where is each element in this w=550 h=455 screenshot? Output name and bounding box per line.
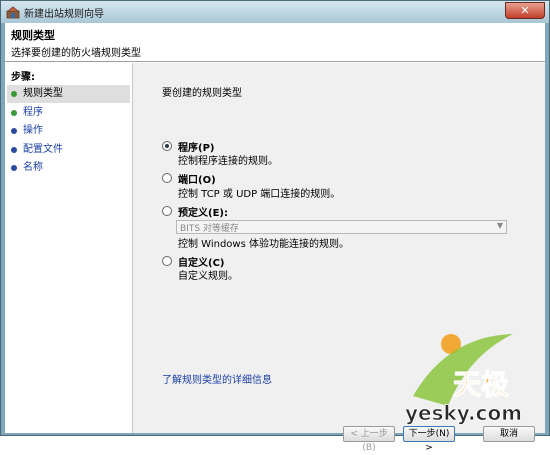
radio-program[interactable] xyxy=(162,141,172,151)
step-label: 程序 xyxy=(23,107,43,118)
back-button[interactable]: < 上一步(B) xyxy=(343,426,395,453)
step-pending-dot-icon xyxy=(11,165,17,171)
yesky-watermark-logo: 天极 yesky.com xyxy=(405,334,522,425)
option-predefined-desc: 控制 Windows 体验功能连接的规则。 xyxy=(178,239,349,250)
radio-custom[interactable] xyxy=(162,256,172,266)
step-label: 规则类型 xyxy=(23,88,63,99)
title-bar[interactable]: 新建出站规则向导 ✕ xyxy=(1,1,549,23)
option-port-title[interactable]: 端口(O) xyxy=(178,171,216,186)
watermark-brand-text: 天极 xyxy=(453,368,509,401)
option-program-desc: 控制程序连接的规则。 xyxy=(178,156,278,167)
rule-types-info-link[interactable]: 了解规则类型的详细信息 xyxy=(162,371,272,386)
predefined-select[interactable]: BITS 对等缓存 ▼ xyxy=(176,220,507,234)
step-label: 配置文件 xyxy=(23,144,63,155)
step-pending-dot-icon xyxy=(11,147,17,153)
wizard-window: 新建出站规则向导 ✕ 规则类型 选择要创建的防火墙规则类型 步骤: 规则类型 程… xyxy=(0,0,550,453)
step-name[interactable]: 名称 xyxy=(7,159,130,177)
wizard-header: 规则类型 选择要创建的防火墙规则类型 xyxy=(5,23,545,62)
firewall-app-icon xyxy=(6,6,20,19)
rule-type-prompt: 要创建的规则类型 xyxy=(162,88,242,99)
close-button[interactable]: ✕ xyxy=(505,2,545,19)
steps-heading: 步骤: xyxy=(11,72,35,83)
option-port-desc: 控制 TCP 或 UDP 端口连接的规则。 xyxy=(178,189,341,200)
step-done-dot-icon xyxy=(11,91,17,97)
chevron-down-icon: ▼ xyxy=(496,221,503,230)
radio-predefined[interactable] xyxy=(162,206,172,216)
step-pending-dot-icon xyxy=(11,128,17,134)
window-title: 新建出站规则向导 xyxy=(24,9,104,20)
page-subtitle: 选择要创建的防火墙规则类型 xyxy=(11,48,141,59)
step-label: 操作 xyxy=(23,125,43,136)
close-icon: ✕ xyxy=(520,4,530,17)
predefined-select-value: BITS 对等缓存 xyxy=(180,224,239,234)
step-action[interactable]: 操作 xyxy=(7,122,130,140)
step-label: 名称 xyxy=(23,162,43,173)
step-rule-type[interactable]: 规则类型 xyxy=(7,85,130,103)
step-program[interactable]: 程序 xyxy=(7,104,130,122)
page-title: 规则类型 xyxy=(11,29,55,42)
step-done-dot-icon xyxy=(11,110,17,116)
steps-pane: 步骤: 规则类型 程序 操作 配置文件 名称 xyxy=(5,63,133,433)
radio-port[interactable] xyxy=(162,173,172,183)
step-profile[interactable]: 配置文件 xyxy=(7,141,130,159)
watermark-domain-text: yesky.com xyxy=(405,401,522,425)
option-predefined-title[interactable]: 预定义(E): xyxy=(178,204,228,219)
option-custom-desc: 自定义规则。 xyxy=(178,271,238,282)
